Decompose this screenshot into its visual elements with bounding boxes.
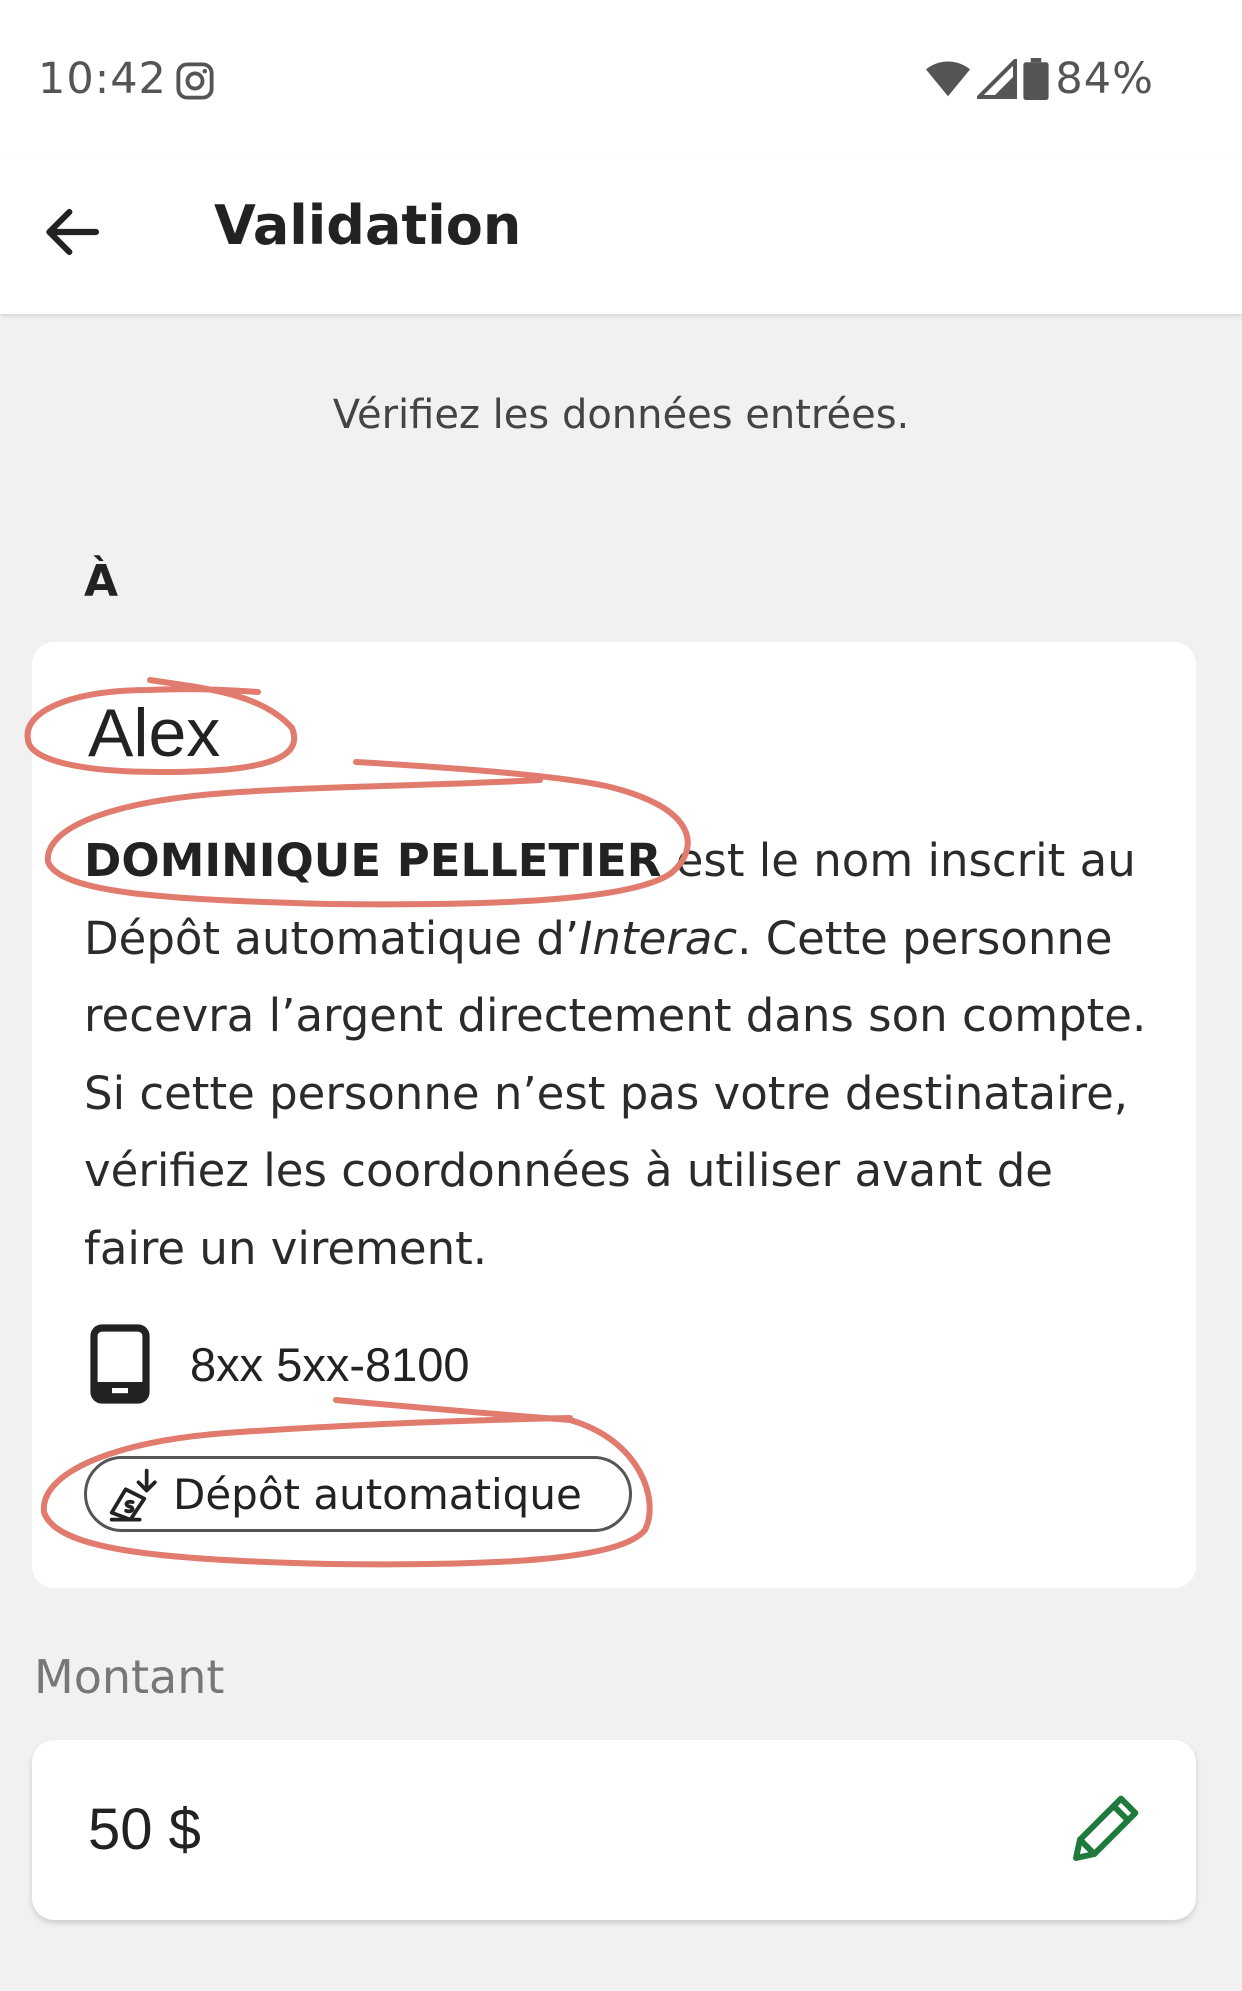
recipient-section-label: À (84, 556, 119, 607)
recipient-card: Alex DOMINIQUE PELLETIER est le nom insc… (32, 642, 1196, 1588)
battery-icon (1023, 58, 1050, 100)
recipient-phone: 8xx 5xx-8100 (190, 1337, 470, 1391)
app-bar: Validation (0, 160, 1242, 314)
amount-value: 50 $ (88, 1797, 201, 1862)
auto-deposit-chip: Dépôt automatique (84, 1456, 632, 1532)
status-right: 84% (925, 54, 1154, 104)
recipient-name: Alex (88, 695, 221, 771)
arrow-left-icon[interactable] (40, 200, 104, 264)
instagram-icon (176, 62, 214, 100)
cell-signal-icon (977, 59, 1018, 99)
auto-deposit-label: Dépôt automatique (173, 1469, 582, 1519)
smartphone-icon (90, 1324, 150, 1404)
status-time: 10:42 (38, 54, 167, 104)
instruction-text: Vérifiez les données entrées. (332, 392, 910, 438)
deposit-icon (109, 1468, 157, 1522)
amount-field[interactable]: 50 $ (32, 1740, 1196, 1920)
wifi-icon (926, 61, 971, 97)
status-bar: 10:42 84% (0, 0, 1242, 160)
battery-percent: 84% (1055, 54, 1154, 104)
interac-brand: Interac (579, 911, 738, 965)
recipient-info-text: DOMINIQUE PELLETIER est le nom inscrit a… (84, 822, 1164, 1287)
page-title: Validation (214, 194, 522, 257)
registered-name: DOMINIQUE PELLETIER (84, 834, 662, 887)
phone-row: 8xx 5xx-8100 (90, 1324, 470, 1404)
amount-label: Montant (34, 1650, 225, 1704)
info-text-part2: . Cette personne recevra l’argent direct… (84, 911, 1147, 1275)
pencil-icon[interactable] (1066, 1788, 1146, 1868)
